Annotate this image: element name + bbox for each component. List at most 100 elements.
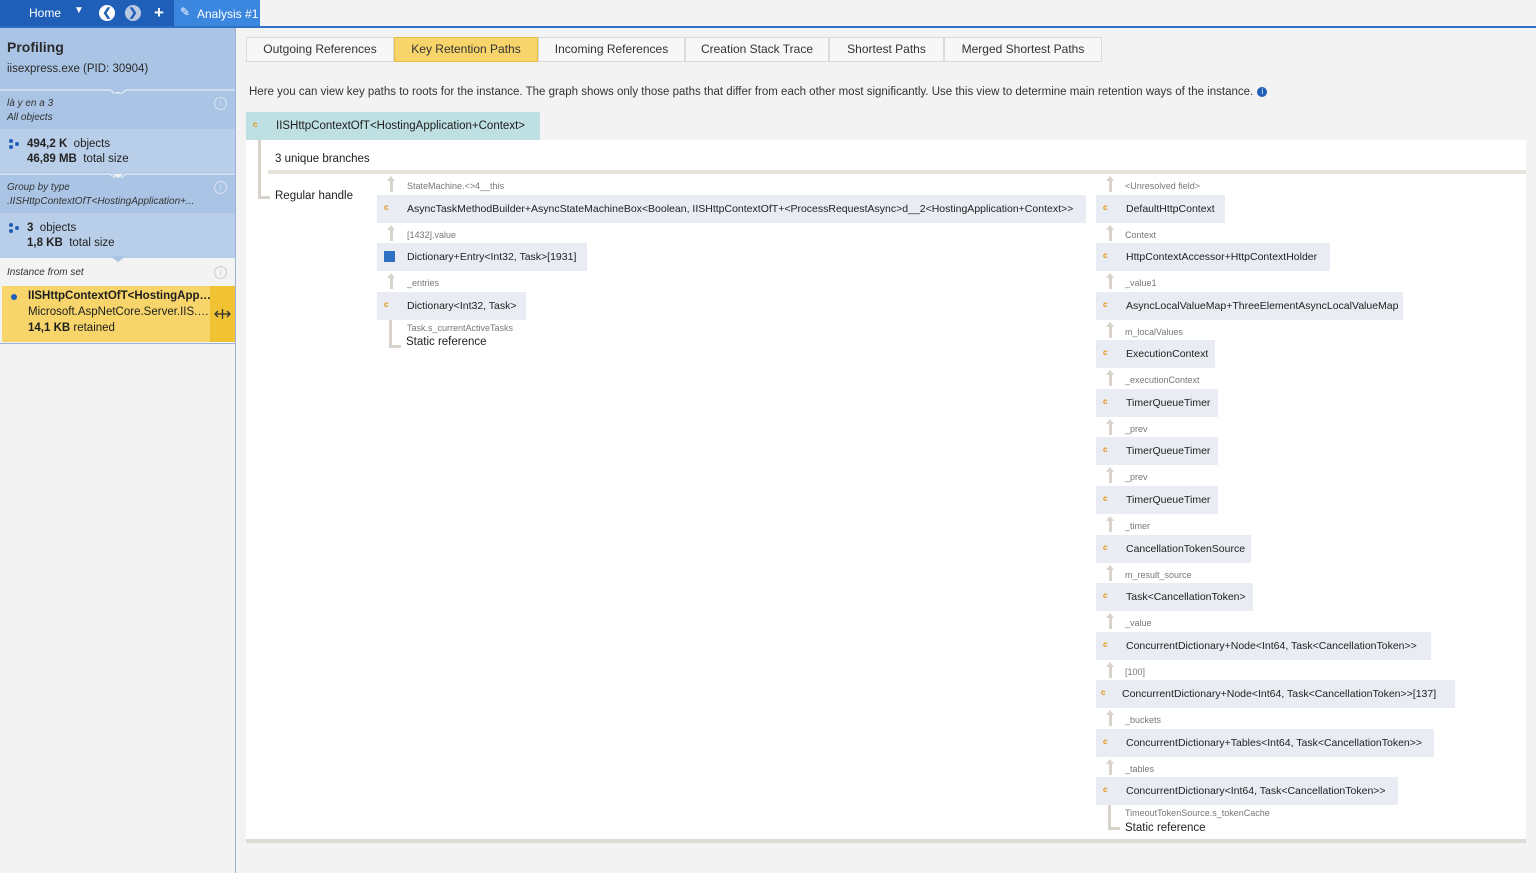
path-arrow	[1106, 710, 1114, 726]
description: Here you can view key paths to roots for…	[249, 86, 1268, 98]
info-icon[interactable]: i	[214, 97, 227, 110]
path-node[interactable]: ᶜ ConcurrentDictionary<Int64, Task<Cancel…	[1096, 777, 1398, 805]
field-name: _entries	[407, 278, 440, 288]
path-node[interactable]: ᶜ TimerQueueTimer	[1096, 486, 1218, 514]
set1-stats: 494,2 K objects 46,89 MB total size	[0, 129, 235, 174]
class-icon: ᶜ	[1103, 542, 1108, 556]
tab-outgoing-references[interactable]: Outgoing References	[246, 37, 394, 62]
path-node[interactable]: ᶜ Dictionary<Int32, Task>	[377, 292, 526, 320]
class-icon: ᶜ	[1103, 784, 1108, 798]
set1-size-row: 46,89 MB total size	[27, 153, 129, 165]
field-name: [1432].value	[407, 230, 457, 240]
sidebar: Profiling iisexpress.exe (PID: 30904) là…	[0, 28, 236, 873]
home-menu-icon[interactable]: ▼	[74, 5, 84, 16]
regular-handle-root: Regular handle	[275, 190, 354, 202]
info-icon[interactable]: i	[1257, 86, 1268, 97]
path-node-label: AsyncLocalValueMap+ThreeElementAsyncLoca…	[1126, 300, 1399, 312]
set2-size: 1,8 KB	[27, 237, 63, 249]
branches-label: 3 unique branches	[275, 153, 370, 165]
home-button[interactable]: Home ▼	[0, 0, 91, 26]
drag-arrows-icon	[214, 309, 231, 319]
root-instance-node[interactable]: ᶜ IISHttpContextOfT<HostingApplication+C…	[246, 112, 540, 140]
path-node[interactable]: ᶜ AsyncLocalValueMap+ThreeElementAsyncLoc…	[1096, 292, 1403, 320]
tab-merged-shortest-paths[interactable]: Merged Shortest Paths	[944, 37, 1102, 62]
path-node-label: HttpContextAccessor+HttpContextHolder	[1126, 251, 1318, 263]
path-node-label: ConcurrentDictionary<Int64, Task<Cancell…	[1126, 785, 1386, 797]
set-all-objects[interactable]: là y en a 3 i All objects 494,2 K object…	[0, 94, 235, 174]
tree-connector	[1108, 827, 1120, 830]
add-icon[interactable]: +	[151, 4, 167, 21]
path-node-label: Dictionary+Entry<Int32, Task>[1931]	[407, 251, 577, 263]
tab-key-retention-paths[interactable]: Key Retention Paths	[394, 37, 538, 62]
class-icon: ᶜ	[384, 299, 389, 313]
set1-title: là y en a 3	[7, 98, 54, 109]
tab-analysis[interactable]: ✎ Analysis #1	[174, 0, 260, 26]
description-text: Here you can view key paths to roots for…	[249, 86, 1254, 98]
field-name: _tables	[1125, 764, 1155, 774]
forward-icon[interactable]: ❯	[125, 5, 141, 21]
profiling-title: Profiling	[7, 39, 64, 55]
path-node-label: ExecutionContext	[1126, 348, 1209, 360]
path-node-label: ConcurrentDictionary+Node<Int64, Task<Ca…	[1122, 688, 1437, 700]
path-node[interactable]: ᶜ AsyncTaskMethodBuilder+AsyncStateMachi…	[377, 195, 1086, 223]
selected-instance[interactable]: IISHttpContextOfT<HostingAppli... Micros…	[2, 286, 235, 342]
class-icon: ᶜ	[1103, 590, 1108, 604]
path-arrow	[1106, 225, 1114, 241]
path-arrow	[387, 273, 395, 289]
path-arrow	[1106, 467, 1114, 483]
set2-size-unit: total size	[69, 237, 115, 249]
field-name: _prev	[1125, 472, 1148, 482]
path-node[interactable]: ᶜ ExecutionContext	[1096, 340, 1215, 368]
path-node[interactable]: ᶜ TimerQueueTimer	[1096, 437, 1218, 465]
set2-subtitle: .IISHttpContextOfT<HostingApplication+..…	[7, 196, 195, 207]
instance-header-label: Instance from set	[7, 267, 84, 278]
set-group-by-type[interactable]: Group by type i .IISHttpContextOfT<Hosti…	[0, 178, 235, 258]
back-icon[interactable]: ❮	[99, 5, 115, 21]
class-icon: ᶜ	[384, 202, 389, 216]
path-node-label: Task<CancellationToken>	[1126, 591, 1246, 603]
static-reference-root: Static reference	[406, 336, 487, 348]
profiling-block[interactable]: Profiling iisexpress.exe (PID: 30904)	[0, 28, 235, 92]
path-node[interactable]: ᶜ HttpContextAccessor+HttpContextHolder	[1096, 243, 1330, 271]
tab-incoming-references[interactable]: Incoming References	[538, 37, 685, 62]
path-node-label: TimerQueueTimer	[1126, 494, 1211, 506]
info-icon[interactable]: i	[214, 266, 227, 279]
path-arrow	[1106, 419, 1114, 435]
path-node[interactable]: ᶜ CancellationTokenSource	[1096, 535, 1251, 563]
path-node[interactable]: ᶜ Task<CancellationToken>	[1096, 583, 1253, 611]
path-arrow	[1106, 176, 1114, 192]
field-name: [100]	[1125, 667, 1146, 677]
instance-retained-unit: retained	[73, 322, 115, 334]
path-node-label: TimerQueueTimer	[1126, 445, 1211, 457]
class-icon: ᶜ	[253, 119, 258, 133]
top-bar: Home ▼ ❮ ❯ + ✎ Analysis #1	[0, 0, 1536, 28]
process-name: iisexpress.exe (PID: 30904)	[7, 63, 149, 75]
drag-handle[interactable]	[210, 286, 235, 342]
field-name: Task.s_currentActiveTasks	[407, 323, 514, 333]
path-node[interactable]: ᶜ ConcurrentDictionary+Node<Int64, Task<C…	[1096, 632, 1431, 660]
class-icon: ᶜ	[1103, 493, 1108, 507]
info-icon[interactable]: i	[214, 181, 227, 194]
class-icon: ᶜ	[1101, 687, 1106, 701]
class-icon: ᶜ	[1103, 202, 1108, 216]
path-arrow	[1106, 662, 1114, 678]
path-node[interactable]: ᶜ ConcurrentDictionary+Node<Int64, Task<C…	[1096, 680, 1455, 708]
field-name: StateMachine.<>4__this	[407, 181, 505, 191]
path-node[interactable]: ᶜ DefaultHttpContext	[1096, 195, 1225, 223]
navigation-group: ❮ ❯ +	[91, 0, 174, 26]
set1-count-unit: objects	[73, 138, 111, 150]
pencil-icon: ✎	[180, 5, 191, 19]
tab-creation-stack-trace[interactable]: Creation Stack Trace	[685, 37, 829, 62]
path-arrow	[1106, 759, 1114, 775]
path-node[interactable]: Dictionary+Entry<Int32, Task>[1931]	[377, 243, 587, 271]
path-node-label: ConcurrentDictionary+Tables<Int64, Task<…	[1126, 737, 1423, 749]
field-name: _prev	[1125, 424, 1148, 434]
path-arrow	[1106, 516, 1114, 532]
path-node[interactable]: ᶜ TimerQueueTimer	[1096, 389, 1218, 417]
set1-count-row: 494,2 K objects	[27, 138, 110, 150]
set2-count-unit: objects	[39, 222, 77, 234]
path-node[interactable]: ᶜ ConcurrentDictionary+Tables<Int64, Task…	[1096, 729, 1434, 757]
tab-shortest-paths[interactable]: Shortest Paths	[829, 37, 944, 62]
set2-size-row: 1,8 KB total size	[27, 237, 115, 249]
path-arrow	[387, 176, 395, 192]
